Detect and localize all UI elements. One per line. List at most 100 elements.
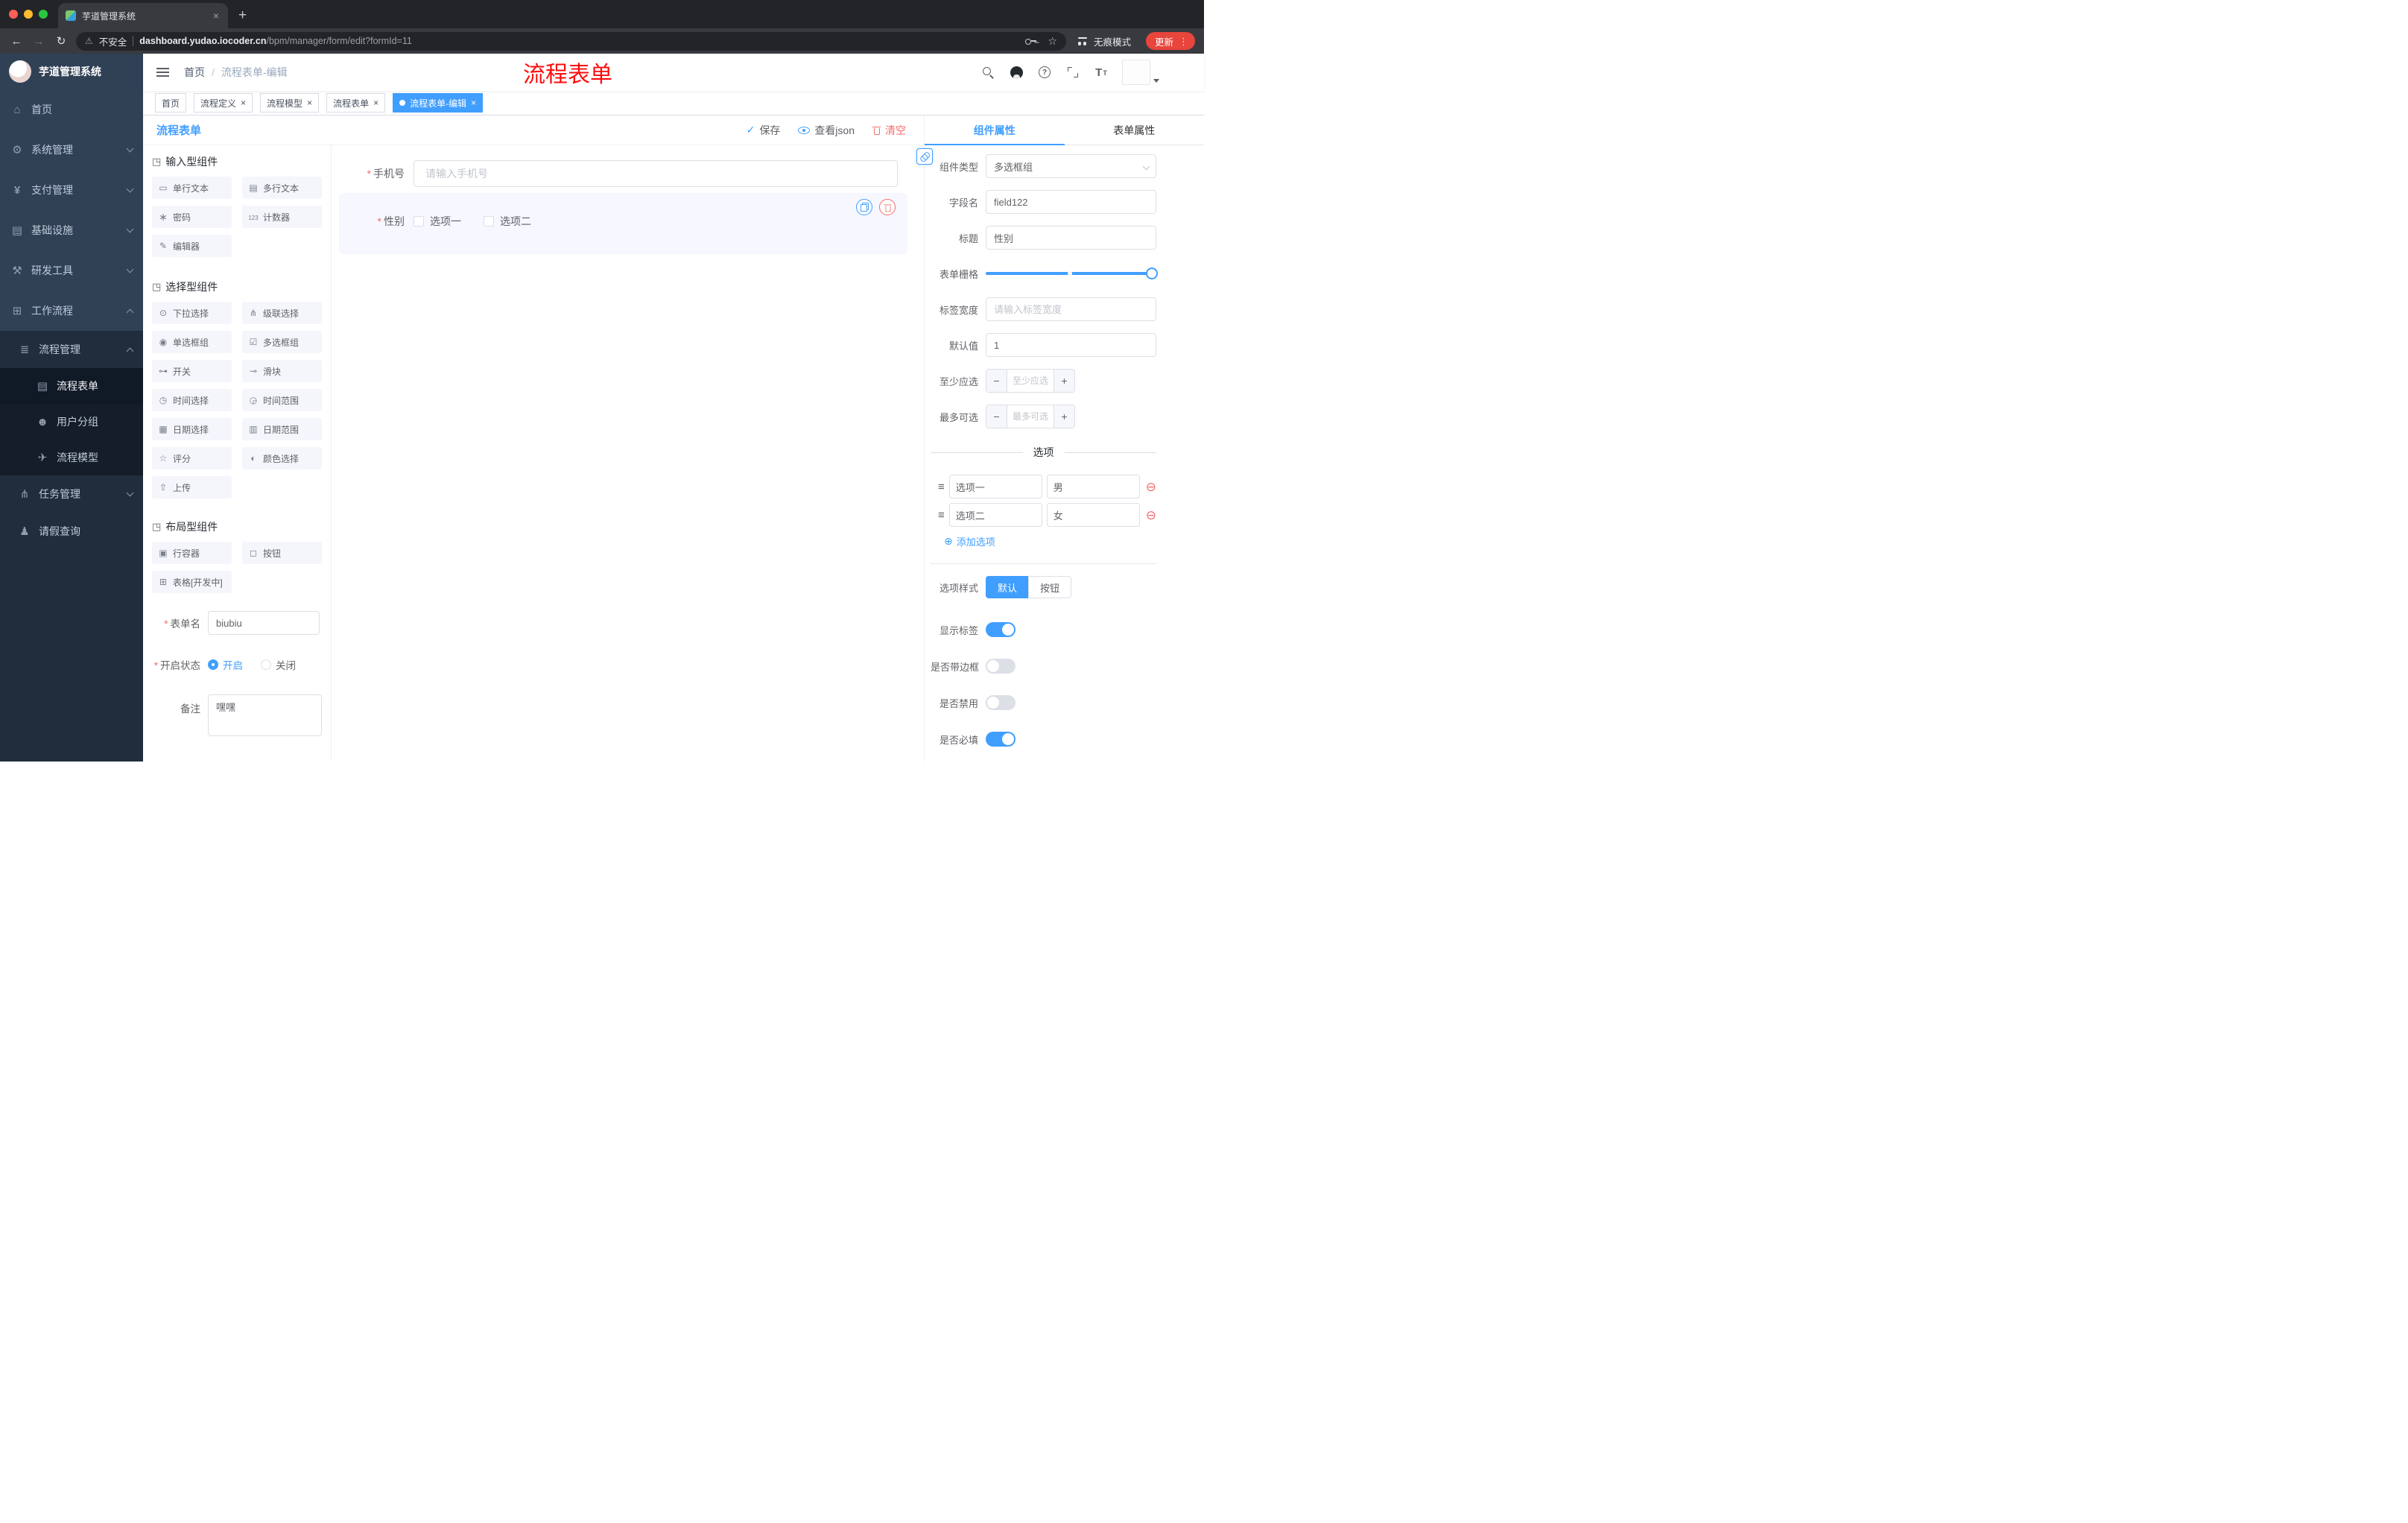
palette-item-checkbox-group[interactable]: 多选框组 — [242, 331, 322, 353]
sidebar-item-infrastructure[interactable]: 基础设施 — [0, 210, 143, 250]
save-button[interactable]: ✓ 保存 — [747, 123, 781, 138]
sidebar-item-process-manage[interactable]: 流程管理 — [0, 331, 143, 368]
sidebar-item-process-model[interactable]: 流程模型 — [0, 440, 143, 475]
close-icon[interactable]: × — [373, 98, 378, 107]
option2-name-input[interactable] — [948, 503, 1042, 527]
palette-item-editor[interactable]: 编辑器 — [152, 235, 232, 257]
remove-option-icon[interactable] — [1146, 509, 1156, 522]
form-name-input[interactable] — [208, 611, 320, 635]
close-icon[interactable]: × — [471, 98, 476, 107]
tag-process-model[interactable]: 流程模型 × — [260, 93, 320, 113]
fullscreen-button[interactable] — [1065, 65, 1080, 80]
close-icon[interactable]: × — [307, 98, 312, 107]
palette-item-multi-text[interactable]: 多行文本 — [242, 177, 322, 199]
option2-value-input[interactable] — [1046, 503, 1140, 527]
default-value-input[interactable] — [986, 333, 1156, 357]
back-button[interactable]: ← — [9, 35, 24, 48]
help-button[interactable] — [1037, 65, 1052, 80]
palette-item-time-picker[interactable]: 时间选择 — [152, 389, 232, 411]
title-input[interactable] — [986, 226, 1156, 250]
copy-component-button[interactable] — [856, 199, 872, 215]
delete-component-button[interactable] — [879, 199, 896, 215]
slider-handle[interactable] — [1146, 267, 1158, 279]
tab-component-props[interactable]: 组件属性 — [925, 115, 1065, 145]
sidebar-item-process-form[interactable]: 流程表单 — [0, 368, 143, 404]
doc-link-button[interactable] — [916, 148, 933, 165]
close-window-button[interactable] — [9, 10, 18, 19]
palette-item-slider[interactable]: 滑块 — [242, 360, 322, 382]
new-tab-button[interactable]: + — [238, 7, 247, 24]
drag-handle-icon[interactable] — [938, 509, 945, 522]
tag-process-definition[interactable]: 流程定义 × — [194, 93, 253, 113]
breadcrumb-home[interactable]: 首页 — [184, 65, 205, 80]
sidebar-item-system[interactable]: 系统管理 — [0, 130, 143, 170]
palette-item-radio-group[interactable]: 单选框组 — [152, 331, 232, 353]
palette-item-time-range[interactable]: 时间范围 — [242, 389, 322, 411]
palette-item-date-picker[interactable]: 日期选择 — [152, 418, 232, 440]
option1-name-input[interactable] — [948, 475, 1042, 498]
disabled-toggle[interactable] — [986, 695, 1016, 710]
browser-tab[interactable]: 芋道管理系统 × — [58, 3, 228, 28]
reload-button[interactable]: ↻ — [54, 34, 69, 48]
minus-button[interactable]: − — [986, 370, 1007, 392]
palette-item-cascader[interactable]: 级联选择 — [242, 302, 322, 324]
max-select-input[interactable] — [1007, 405, 1054, 428]
palette-item-switch[interactable]: 开关 — [152, 360, 232, 382]
browser-menu-icon[interactable]: ⋮ — [1179, 37, 1188, 46]
canvas-field-gender-selected[interactable]: 性别 选项一 选项二 — [339, 193, 907, 254]
zoom-window-button[interactable] — [39, 10, 48, 19]
drag-handle-icon[interactable] — [938, 481, 945, 493]
palette-item-button[interactable]: 按钮 — [242, 542, 322, 564]
palette-item-select[interactable]: 下拉选择 — [152, 302, 232, 324]
palette-item-table[interactable]: 表格[开发中] — [152, 571, 232, 593]
plus-button[interactable]: + — [1054, 370, 1074, 392]
min-select-input[interactable] — [1007, 370, 1054, 392]
search-button[interactable] — [980, 65, 995, 80]
close-icon[interactable]: × — [241, 98, 246, 107]
palette-item-single-text[interactable]: 单行文本 — [152, 177, 232, 199]
sidebar-item-leave-query[interactable]: 请假查询 — [0, 513, 143, 550]
gender-option2-checkbox[interactable]: 选项二 — [484, 214, 531, 229]
show-label-toggle[interactable] — [986, 622, 1016, 637]
component-type-select[interactable]: 多选框组 — [986, 154, 1156, 178]
view-json-button[interactable]: 查看json — [798, 123, 855, 138]
forward-button[interactable]: → — [31, 35, 46, 48]
sidebar-item-task-manage[interactable]: 任务管理 — [0, 475, 143, 513]
font-size-button[interactable] — [1094, 65, 1109, 80]
tag-process-form[interactable]: 流程表单 × — [326, 93, 386, 113]
tag-process-form-edit[interactable]: 流程表单-编辑 × — [393, 93, 484, 113]
palette-item-password[interactable]: 密码 — [152, 206, 232, 228]
style-default-button[interactable]: 默认 — [986, 576, 1029, 598]
user-avatar-menu[interactable] — [1122, 60, 1159, 85]
tab-close-icon[interactable]: × — [212, 9, 221, 22]
github-button[interactable] — [1009, 65, 1024, 80]
remark-textarea[interactable]: 嘿嘿 — [208, 694, 322, 736]
palette-item-counter[interactable]: 计数器 — [242, 206, 322, 228]
phone-input[interactable] — [414, 160, 898, 187]
sidebar-logo[interactable]: 芋道管理系统 — [0, 54, 143, 89]
gender-option1-checkbox[interactable]: 选项一 — [414, 214, 461, 229]
add-option-button[interactable]: 添加选项 — [944, 534, 1156, 548]
sidebar-item-user-group[interactable]: 用户分组 — [0, 404, 143, 440]
style-button-button[interactable]: 按钮 — [1028, 576, 1072, 598]
palette-item-row-container[interactable]: 行容器 — [152, 542, 232, 564]
status-on-radio[interactable]: 开启 — [208, 657, 243, 672]
bookmark-star-icon[interactable]: ☆ — [1048, 36, 1057, 46]
minimize-window-button[interactable] — [24, 10, 33, 19]
clear-button[interactable]: 清空 — [872, 123, 906, 138]
canvas-field-phone[interactable]: 手机号 — [339, 160, 907, 187]
plus-button[interactable]: + — [1054, 405, 1074, 428]
palette-item-date-range[interactable]: 日期范围 — [242, 418, 322, 440]
tag-home[interactable]: 首页 — [155, 93, 187, 113]
sidebar-item-devtools[interactable]: 研发工具 — [0, 250, 143, 291]
palette-item-upload[interactable]: 上传 — [152, 476, 232, 498]
border-toggle[interactable] — [986, 659, 1016, 674]
status-off-radio[interactable]: 关闭 — [261, 657, 296, 672]
field-name-input[interactable] — [986, 190, 1156, 214]
sidebar-item-home[interactable]: 首页 — [0, 89, 143, 130]
option1-value-input[interactable] — [1046, 475, 1140, 498]
grid-slider[interactable] — [986, 262, 1158, 285]
tab-form-props[interactable]: 表单属性 — [1065, 115, 1205, 145]
remove-option-icon[interactable] — [1146, 481, 1156, 493]
palette-item-color-picker[interactable]: 颜色选择 — [242, 447, 322, 469]
